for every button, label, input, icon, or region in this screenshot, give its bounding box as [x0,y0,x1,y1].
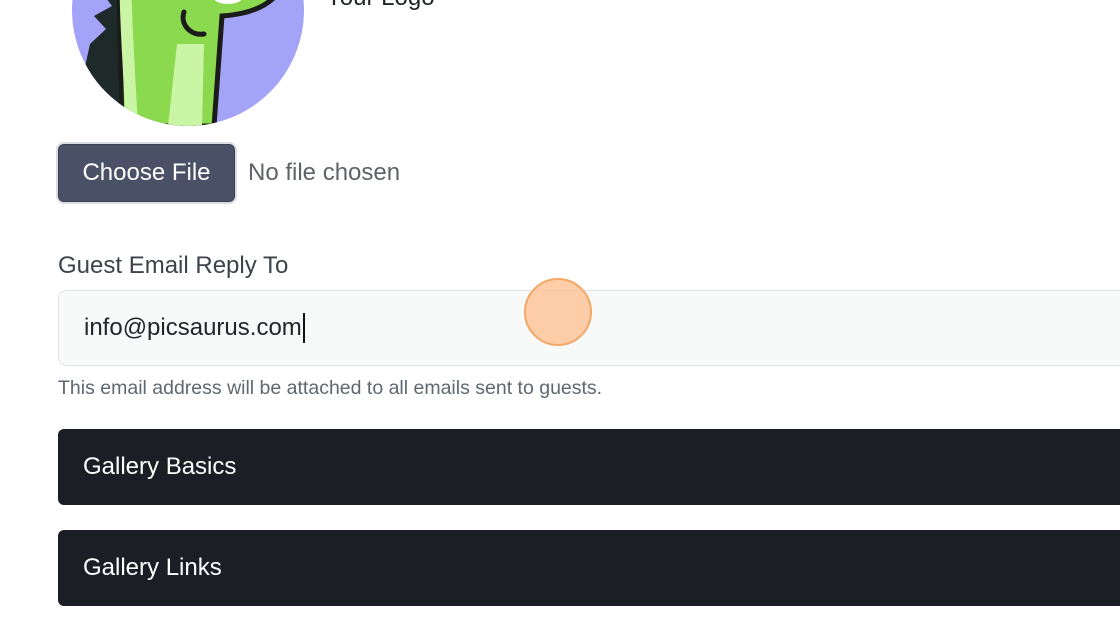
logo-file-input: Choose File No file chosen [58,144,400,202]
logo-caption: Your Logo [326,0,435,12]
guest-email-label: Guest Email Reply To [58,252,289,279]
guest-email-help-text: This email address will be attached to a… [58,377,603,399]
dinosaur-logo-icon [72,0,304,126]
text-caret [302,313,305,343]
settings-page: Your Logo Choose File No file chosen Gue… [0,0,1120,626]
logo-preview [72,0,304,126]
guest-email-value: info@picsaurus.com [84,314,302,341]
section-title: Gallery Basics [83,453,237,480]
gallery-basics-section-header[interactable]: Gallery Basics [58,429,1120,505]
choose-file-button[interactable]: Choose File [58,144,235,202]
file-status-text: No file chosen [248,159,401,186]
click-indicator [524,278,592,346]
section-title: Gallery Links [83,554,222,581]
gallery-links-section-header[interactable]: Gallery Links [58,530,1120,606]
